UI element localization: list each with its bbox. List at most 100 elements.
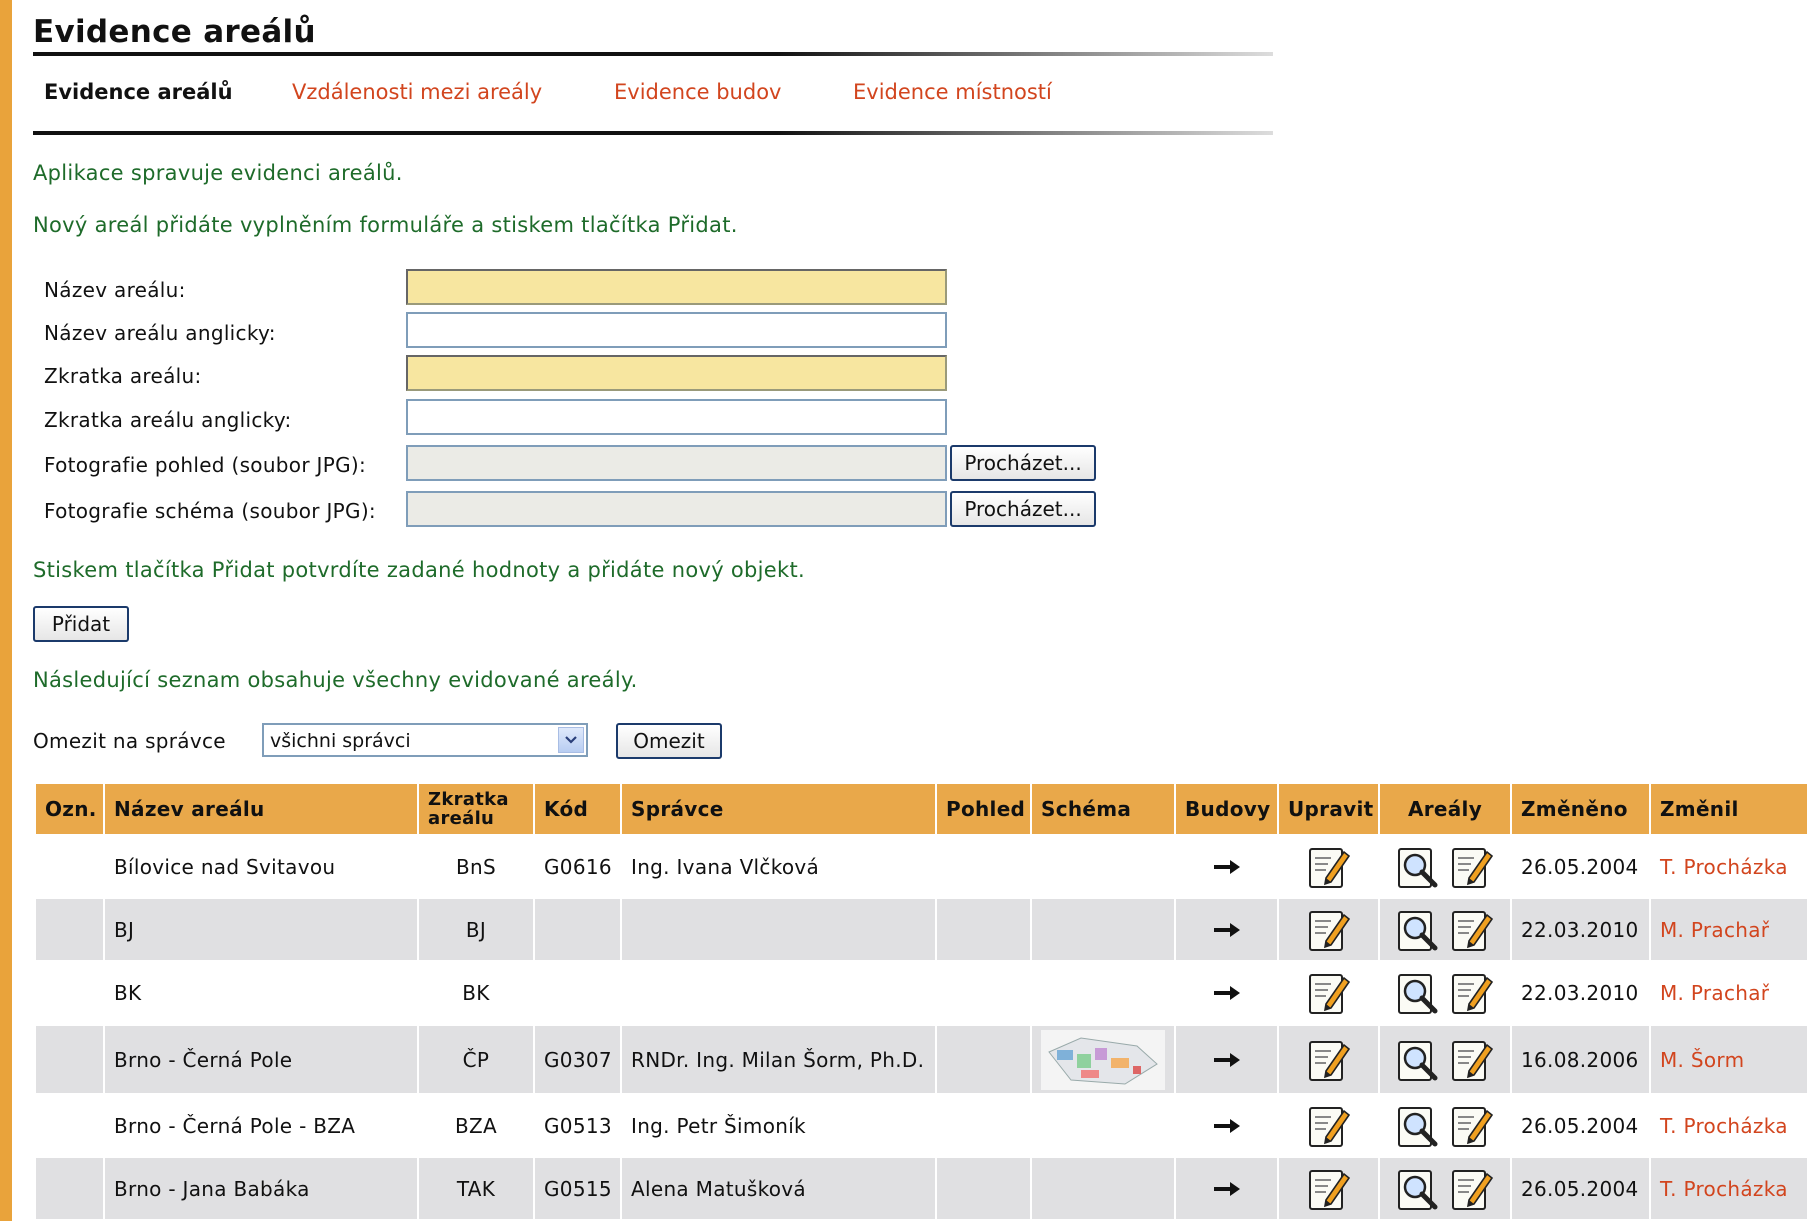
col-header-changed: Změněno	[1512, 784, 1649, 834]
col-header-edit: Upravit	[1279, 784, 1378, 834]
cell-background	[1032, 836, 1174, 897]
cell-changed-by[interactable]: T. Procházka	[1651, 836, 1807, 897]
cell-code: G0307	[544, 1047, 612, 1072]
cell-name: Brno - Černá Pole	[114, 1047, 293, 1072]
admin-filter-select[interactable]: všichni správci	[262, 723, 588, 757]
scheme-thumbnail[interactable]	[1041, 1029, 1165, 1090]
confirm-hint-text: Stiskem tlačítka Přidat potvrdíte zadané…	[33, 558, 805, 582]
cell-changed-by[interactable]: M. Prachař	[1651, 962, 1807, 1023]
cell-background	[36, 1158, 103, 1219]
cell-changed: 22.03.2010	[1521, 917, 1639, 942]
table-row: Bílovice nad Svitavou BnS G0616 Ing. Ivana …	[33, 836, 1807, 897]
cell-areas	[1380, 962, 1510, 1023]
cell-changed-by[interactable]: M. Prachař	[1651, 899, 1807, 960]
name-en-input[interactable]	[406, 312, 947, 348]
cell-background	[36, 836, 103, 897]
edit-pencil-icon[interactable]	[1449, 907, 1495, 953]
tab-vzdalenosti[interactable]: Vzdálenosti mezi areály	[292, 80, 542, 104]
abbr-input[interactable]	[406, 355, 947, 391]
chevron-down-icon[interactable]	[558, 727, 584, 753]
photo-view-browse-button[interactable]: Procházet...	[950, 445, 1096, 481]
edit-pencil-icon[interactable]	[1306, 907, 1352, 953]
photo-view-file-input[interactable]	[406, 445, 947, 481]
table-row: BK BK 22.03.2010 M. Prachař	[33, 962, 1807, 1023]
cell-background	[937, 1158, 1030, 1219]
arrow-right-icon[interactable]	[1212, 921, 1242, 939]
photo-view-label: Fotografie pohled (soubor JPG):	[44, 453, 367, 477]
cell-background	[937, 899, 1030, 960]
cell-name: Brno - Černá Pole - BZA	[114, 1113, 356, 1138]
tab-evidence-budov[interactable]: Evidence budov	[614, 80, 781, 104]
magnifier-icon[interactable]	[1395, 844, 1441, 890]
cell-background	[36, 1026, 103, 1093]
cell-background	[937, 836, 1030, 897]
cell-abbr: BK	[462, 980, 490, 1005]
magnifier-icon[interactable]	[1395, 1166, 1441, 1212]
cell-changed-by[interactable]: M. Šorm	[1651, 1026, 1807, 1093]
arrow-right-icon[interactable]	[1212, 1180, 1242, 1198]
cell-code: G0515	[544, 1176, 612, 1201]
cell-buildings	[1176, 899, 1277, 960]
photo-scheme-label: Fotografie schéma (soubor JPG):	[44, 499, 376, 523]
cell-background	[937, 1095, 1030, 1156]
edit-pencil-icon[interactable]	[1449, 1103, 1495, 1149]
cell-code: G0513	[544, 1113, 612, 1138]
main-content: Evidence areálů Evidence areálů Vzdáleno…	[33, 0, 1807, 1221]
arrow-right-icon[interactable]	[1212, 1051, 1242, 1069]
photo-scheme-browse-button[interactable]: Procházet...	[950, 491, 1096, 527]
abbr-en-input[interactable]	[406, 399, 947, 435]
edit-pencil-icon[interactable]	[1306, 1103, 1352, 1149]
edit-pencil-icon[interactable]	[1449, 1037, 1495, 1083]
cell-background	[36, 1095, 103, 1156]
cell-background	[36, 962, 103, 1023]
cell-edit	[1279, 899, 1378, 960]
edit-pencil-icon[interactable]	[1449, 844, 1495, 890]
magnifier-icon[interactable]	[1395, 970, 1441, 1016]
name-input[interactable]	[406, 269, 947, 305]
cell-areas	[1380, 836, 1510, 897]
table-row: Brno - Černá Pole ČP G0307 RNDr. Ing. Milan…	[33, 1026, 1807, 1093]
cell-name: Bílovice nad Svitavou	[114, 854, 336, 879]
cell-edit	[1279, 1158, 1378, 1219]
edit-pencil-icon[interactable]	[1306, 844, 1352, 890]
cell-abbr: TAK	[456, 1176, 496, 1201]
edit-pencil-icon[interactable]	[1306, 1037, 1352, 1083]
edit-pencil-icon[interactable]	[1306, 970, 1352, 1016]
cell-background	[1032, 962, 1174, 1023]
page-title: Evidence areálů	[33, 14, 316, 50]
cell-buildings	[1176, 836, 1277, 897]
name-en-label: Název areálu anglicky:	[44, 321, 276, 345]
cell-areas	[1380, 1158, 1510, 1219]
intro-text: Aplikace spravuje evidenci areálů.	[33, 161, 403, 185]
magnifier-icon[interactable]	[1395, 1037, 1441, 1083]
tab-evidence-mistnosti[interactable]: Evidence místností	[853, 80, 1052, 104]
cell-edit	[1279, 1026, 1378, 1093]
edit-pencil-icon[interactable]	[1306, 1166, 1352, 1212]
tabs-divider	[33, 131, 1273, 135]
cell-changed: 26.05.2004	[1521, 1176, 1639, 1201]
abbr-label: Zkratka areálu:	[44, 364, 202, 388]
arrow-right-icon[interactable]	[1212, 984, 1242, 1002]
magnifier-icon[interactable]	[1395, 1103, 1441, 1149]
cell-abbr: ČP	[462, 1047, 490, 1072]
cell-changed-by[interactable]: T. Procházka	[1651, 1158, 1807, 1219]
cell-admin: Ing. Ivana Vlčková	[631, 854, 820, 879]
cell-code	[535, 899, 620, 960]
magnifier-icon[interactable]	[1395, 907, 1441, 953]
col-header-view: Pohled	[937, 784, 1030, 834]
cell-background	[1032, 899, 1174, 960]
cell-edit	[1279, 1095, 1378, 1156]
cell-admin: Alena Matušková	[631, 1176, 806, 1201]
filter-button[interactable]: Omezit	[616, 723, 722, 759]
edit-pencil-icon[interactable]	[1449, 970, 1495, 1016]
arrow-right-icon[interactable]	[1212, 1117, 1242, 1135]
tab-evidence-arealu[interactable]: Evidence areálů	[44, 80, 233, 104]
col-header-buildings: Budovy	[1176, 784, 1277, 834]
arrow-right-icon[interactable]	[1212, 858, 1242, 876]
edit-pencil-icon[interactable]	[1449, 1166, 1495, 1212]
add-hint-text: Nový areál přidáte vyplněním formuláře a…	[33, 213, 738, 237]
photo-scheme-file-input[interactable]	[406, 491, 947, 527]
cell-changed-by[interactable]: T. Procházka	[1651, 1095, 1807, 1156]
cell-name: Brno - Jana Babáka	[114, 1176, 310, 1201]
add-button[interactable]: Přidat	[33, 606, 129, 642]
